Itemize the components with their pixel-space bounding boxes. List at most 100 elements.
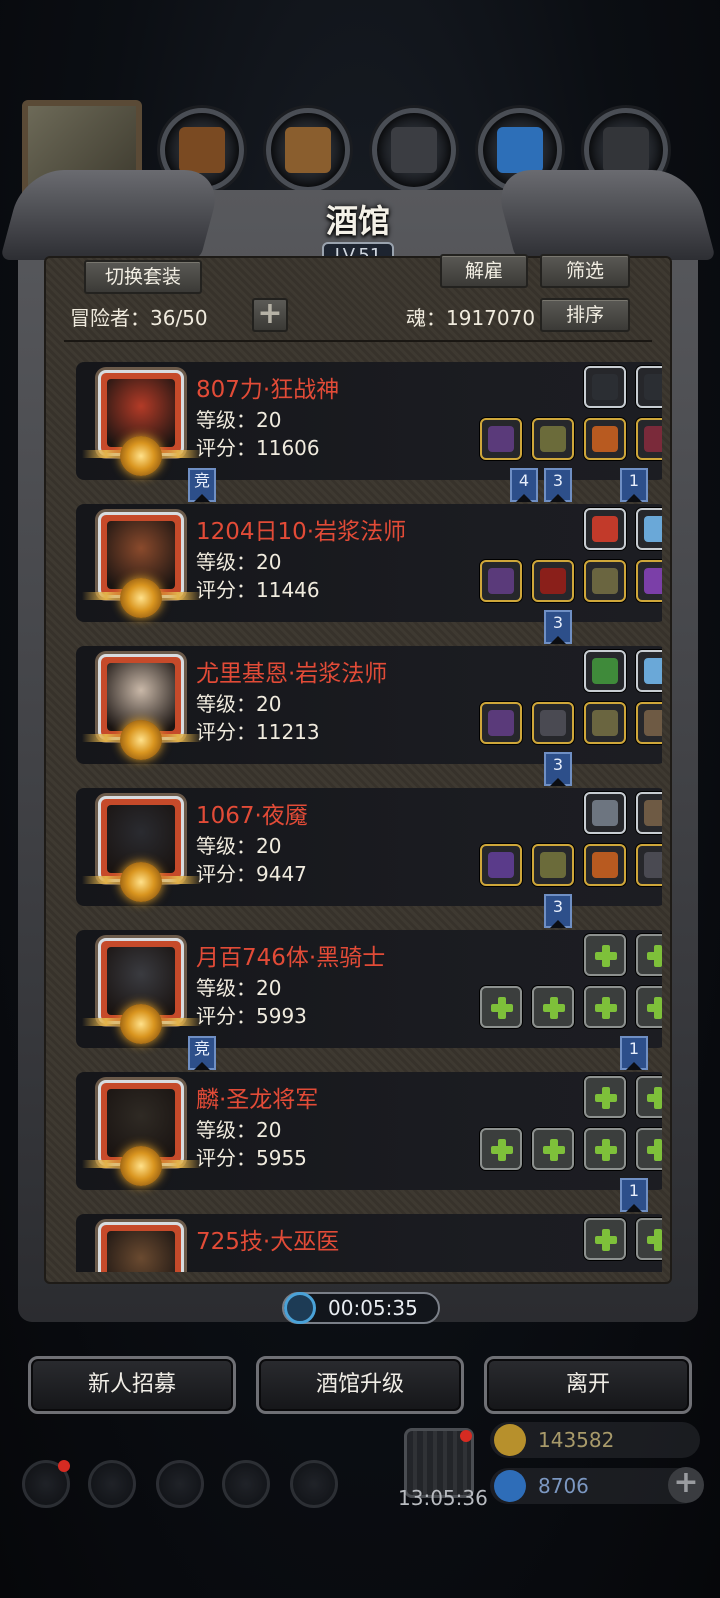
iron-resource-icon[interactable] (372, 108, 456, 192)
mail-icon[interactable] (222, 1460, 270, 1508)
hero-name: 月百746体·黑骑士 (196, 945, 386, 971)
switch-outfit-button[interactable]: 切换套装 (84, 260, 202, 294)
rank-emblem-icon (120, 578, 162, 618)
mask-icon (644, 800, 662, 826)
equip-slot[interactable] (584, 792, 626, 834)
hero-level: 等级：20 (196, 976, 282, 1000)
equip-slot[interactable] (636, 418, 662, 460)
hero-level: 等级：20 (196, 692, 282, 716)
soul-count: 魂：1917070 (406, 306, 536, 330)
empty-equip-slot[interactable] (584, 1076, 626, 1118)
sword-icon (488, 852, 514, 878)
empty-equip-slot[interactable] (636, 934, 662, 976)
gold-counter: 143582 (490, 1422, 700, 1458)
equip-slot[interactable] (480, 702, 522, 744)
hero-portrait[interactable] (98, 1222, 184, 1272)
armor-icon (540, 852, 566, 878)
book-icon (592, 658, 618, 684)
dismiss-button[interactable]: 解雇 (440, 254, 528, 288)
leave-button[interactable]: 离开 (484, 1356, 692, 1414)
equip-slot[interactable] (636, 844, 662, 886)
empty-equip-slot[interactable] (532, 1128, 574, 1170)
equip-slot[interactable] (532, 560, 574, 602)
ring-icon (592, 852, 618, 878)
empty-equip-slot[interactable] (636, 1128, 662, 1170)
hero-card[interactable]: 麟·圣龙将军 等级：20 评分：5955 (76, 1072, 662, 1190)
equip-slot[interactable] (480, 844, 522, 886)
hero-name: 麟·圣龙将军 (196, 1087, 319, 1113)
empty-equip-slot[interactable] (480, 1128, 522, 1170)
staff-icon (488, 568, 514, 594)
hero-name: 1204日10·岩浆法师 (196, 519, 407, 545)
plus-icon (644, 994, 662, 1020)
equip-slot[interactable] (636, 366, 662, 408)
equip-slot[interactable] (532, 844, 574, 886)
upgrade-tavern-button[interactable]: 酒馆升级 (256, 1356, 464, 1414)
set-bonus-badge: 竞 (188, 468, 216, 502)
equip-slot[interactable] (584, 418, 626, 460)
hero-card[interactable]: 月百746体·黑骑士 等级：20 评分：5993 (76, 930, 662, 1048)
equip-slot[interactable] (636, 650, 662, 692)
hero-level: 等级：20 (196, 834, 282, 858)
empty-equip-slot[interactable] (636, 986, 662, 1028)
hero-level: 等级：20 (196, 1118, 282, 1142)
map-icon[interactable] (290, 1460, 338, 1508)
rank-emblem-icon (120, 1004, 162, 1044)
add-gems-button[interactable]: + (668, 1467, 704, 1503)
staff-icon (488, 710, 514, 736)
hero-level: 等级：20 (196, 408, 282, 432)
gem-icon (592, 516, 618, 542)
empty-equip-slot[interactable] (636, 1076, 662, 1118)
equip-slot[interactable] (636, 702, 662, 744)
expand-slots-button[interactable]: + (252, 298, 288, 332)
notification-dot (58, 1460, 70, 1472)
adventurer-count: 冒险者：36/50 (70, 306, 208, 330)
hero-card[interactable]: 尤里基恩·岩浆法师 等级：20 评分：11213 (76, 646, 662, 764)
equip-slot[interactable] (636, 508, 662, 550)
shield-icon[interactable] (88, 1460, 136, 1508)
filter-button[interactable]: 筛选 (540, 254, 630, 288)
equip-slot[interactable] (584, 844, 626, 886)
castle-icon[interactable] (156, 1460, 204, 1508)
equip-slot[interactable] (584, 366, 626, 408)
equip-slot[interactable] (532, 702, 574, 744)
empty-equip-slot[interactable] (636, 1218, 662, 1260)
hero-list[interactable]: 807力·狂战神 等级：20 评分：11606 竞 4 3 1 1204日10·岩浆法师 等级：… (58, 352, 662, 1272)
equip-slot[interactable] (480, 560, 522, 602)
hero-card[interactable]: 807力·狂战神 等级：20 评分：11606 (76, 362, 662, 480)
empty-equip-slot[interactable] (584, 1218, 626, 1260)
empty-equip-slot[interactable] (480, 986, 522, 1028)
equip-slot[interactable] (584, 508, 626, 550)
equip-slot[interactable] (532, 418, 574, 460)
recruit-button[interactable]: 新人招募 (28, 1356, 236, 1414)
toolbar-divider (64, 340, 652, 342)
orb-icon (644, 568, 662, 594)
equip-slot[interactable] (584, 560, 626, 602)
empty-equip-slot[interactable] (584, 934, 626, 976)
hero-card[interactable]: 725技·大巫医 (76, 1214, 662, 1272)
hero-card[interactable]: 1067·夜魇 等级：20 评分：9447 (76, 788, 662, 906)
sort-button[interactable]: 排序 (540, 298, 630, 332)
equip-slot[interactable] (480, 418, 522, 460)
equip-slot[interactable] (636, 560, 662, 602)
plus-icon (540, 994, 566, 1020)
plus-icon (592, 942, 618, 968)
plus-icon (592, 1084, 618, 1110)
plus-icon (592, 1226, 618, 1252)
hero-score: 评分：11213 (196, 720, 320, 744)
hero-card[interactable]: 1204日10·岩浆法师 等级：20 评分：11446 (76, 504, 662, 622)
empty-equip-slot[interactable] (584, 1128, 626, 1170)
refresh-timer: 00:05:35 (282, 1292, 440, 1324)
cloak-icon (540, 710, 566, 736)
equip-slot[interactable] (636, 792, 662, 834)
plank-resource-icon[interactable] (266, 108, 350, 192)
rank-emblem-icon (120, 720, 162, 760)
equip-slot[interactable] (584, 702, 626, 744)
empty-equip-slot[interactable] (584, 986, 626, 1028)
hero-name: 尤里基恩·岩浆法师 (196, 661, 388, 687)
hero-face-image (107, 1231, 175, 1272)
helm-icon (644, 426, 662, 452)
empty-equip-slot[interactable] (532, 986, 574, 1028)
equip-slot[interactable] (584, 650, 626, 692)
robe-icon (540, 568, 566, 594)
